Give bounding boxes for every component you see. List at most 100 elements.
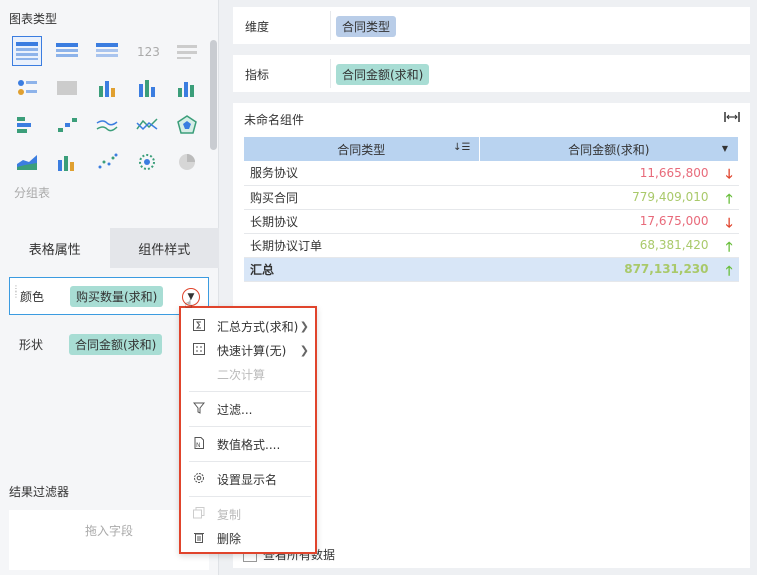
menu-separator — [189, 461, 311, 462]
calc-icon — [191, 342, 207, 358]
chart-type-kpi-icon[interactable] — [12, 73, 42, 103]
dimension-field-pill[interactable]: 合同类型 — [336, 16, 397, 37]
copy-icon — [191, 506, 207, 522]
total-value: 877,131,230 🡑 — [479, 257, 739, 282]
chart-type-step-icon[interactable] — [52, 110, 82, 140]
chart-type-scatter-icon[interactable] — [92, 147, 122, 177]
menu-item-filter[interactable]: 过滤... — [191, 398, 309, 420]
menu-separator — [189, 426, 311, 427]
metric-field-pill[interactable]: 合同金额(求和) — [336, 64, 430, 85]
row-value: 17,675,000 🡓 — [479, 209, 739, 234]
shape-field-pill[interactable]: 合同金额(求和) — [69, 333, 163, 355]
trend-down-icon: 🡓 — [725, 167, 733, 182]
menu-item-display-name[interactable]: 设置显示名 — [191, 468, 309, 490]
column-header-amount[interactable]: 合同金额(求和) ▼ — [479, 137, 739, 161]
chart-type-map-icon[interactable] — [52, 73, 82, 103]
data-table: 合同类型 ↓☰ 合同金额(求和) ▼ 服务协议 11,665,800 🡓 购买合… — [244, 137, 739, 282]
sort-icon[interactable]: ↓☰ — [453, 142, 470, 153]
tab-table-properties[interactable]: 表格属性 — [0, 228, 110, 268]
tab-component-style[interactable]: 组件样式 — [109, 228, 219, 268]
menu-item-label: 汇总方式(求和) — [217, 319, 299, 334]
menu-item-label: 复制 — [217, 507, 242, 522]
widget-title: 未命名组件 — [244, 113, 305, 127]
total-name: 汇总 — [244, 257, 479, 282]
chart-type-stacked-bar-icon[interactable] — [92, 73, 122, 103]
chart-type-combo-icon[interactable] — [52, 147, 82, 177]
chart-type-column-icon[interactable] — [172, 73, 202, 103]
gear-icon — [191, 472, 207, 487]
row-name: 服务协议 — [244, 161, 479, 186]
chart-type-line-point-icon[interactable] — [132, 110, 162, 140]
chart-type-number-icon[interactable]: 123 — [132, 36, 162, 66]
metric-label: 指标 — [245, 68, 270, 82]
row-name: 购买合同 — [244, 185, 479, 210]
chart-type-horizontal-bar-icon[interactable] — [12, 110, 42, 140]
menu-item-label: 删除 — [217, 531, 242, 546]
menu-item-secondary-calc: 二次计算 — [191, 363, 309, 385]
menu-item-label: 数值格式.... — [217, 437, 281, 452]
fit-width-icon[interactable] — [724, 111, 740, 126]
svg-text:123: 123 — [137, 45, 159, 59]
row-value-text: 779,409,010 — [632, 190, 709, 204]
table-row[interactable]: 服务协议 11,665,800 🡓 — [244, 161, 739, 186]
total-row[interactable]: 汇总 877,131,230 🡑 — [244, 257, 739, 282]
row-name: 长期协议 — [244, 209, 479, 234]
chart-type-radar-icon[interactable] — [172, 110, 202, 140]
submenu-arrow-icon: ❯ — [299, 343, 309, 357]
dimension-box[interactable]: 维度 合同类型 — [233, 7, 750, 44]
menu-item-copy: 复制 — [191, 503, 309, 525]
total-value-text: 877,131,230 — [624, 262, 709, 276]
result-filter-title: 结果过滤器 — [9, 485, 70, 499]
trend-up-icon: 🡑 — [725, 263, 733, 279]
dimension-divider — [330, 11, 331, 40]
column-header-label: 合同类型 — [337, 142, 386, 157]
row-value-text: 68,381,420 — [639, 238, 709, 252]
menu-separator — [189, 391, 311, 392]
chart-type-bubble-icon[interactable] — [132, 147, 162, 177]
submenu-arrow-icon: ❯ — [299, 319, 309, 333]
row-value-text: 11,665,800 — [639, 165, 709, 180]
menu-item-label: 过滤... — [217, 402, 253, 417]
row-value: 11,665,800 🡓 — [479, 161, 739, 186]
color-field-pill[interactable]: 购买数量(求和) — [70, 285, 164, 307]
chart-type-table-icon[interactable] — [12, 36, 42, 66]
row-value: 779,409,010 🡑 — [479, 185, 739, 210]
column-menu-icon[interactable]: ▼ — [722, 144, 728, 153]
table-row[interactable]: 购买合同 779,409,010 🡑 — [244, 185, 739, 210]
chart-type-crosstab-icon[interactable] — [52, 36, 82, 66]
menu-item-delete[interactable]: 删除 — [191, 527, 309, 549]
chart-type-text-icon[interactable] — [172, 36, 202, 66]
menu-item-label: 设置显示名 — [217, 472, 278, 487]
metric-box[interactable]: 指标 合同金额(求和) — [233, 55, 750, 92]
dimension-label: 维度 — [245, 20, 270, 34]
hand-cursor-icon: ☝ — [185, 297, 193, 311]
trash-icon — [191, 531, 207, 546]
svg-text:N: N — [196, 442, 201, 449]
sum-icon — [191, 318, 207, 334]
menu-item-number-format[interactable]: N 数值格式.... — [191, 433, 309, 455]
chart-type-bar-icon[interactable] — [132, 73, 162, 103]
chart-type-line-icon[interactable] — [92, 110, 122, 140]
row-name: 长期协议订单 — [244, 233, 479, 258]
field-context-menu: 汇总方式(求和) ❯ 快速计算(无) ❯ 二次计算 过滤... N 数值格式..… — [179, 306, 317, 554]
menu-item-aggregation[interactable]: 汇总方式(求和) ❯ — [191, 315, 309, 337]
number-format-icon: N — [191, 436, 207, 452]
table-row[interactable]: 长期协议订单 68,381,420 🡑 — [244, 233, 739, 258]
chart-type-detail-table-icon[interactable] — [92, 36, 122, 66]
drag-handle-icon[interactable]: ⋮ ⋮ — [12, 285, 20, 299]
shape-property-label: 形状 — [19, 337, 44, 352]
chart-type-area-icon[interactable] — [12, 147, 42, 177]
table-row[interactable]: 长期协议 17,675,000 🡓 — [244, 209, 739, 234]
menu-separator — [189, 496, 311, 497]
menu-item-quick-calc[interactable]: 快速计算(无) ❯ — [191, 339, 309, 361]
chart-grid-scrollbar[interactable] — [210, 40, 217, 150]
filter-icon — [191, 402, 207, 417]
row-value-text: 17,675,000 — [639, 214, 709, 228]
column-header-contract-type[interactable]: 合同类型 ↓☰ — [244, 137, 480, 161]
row-value: 68,381,420 🡑 — [479, 233, 739, 258]
metric-divider — [330, 59, 331, 88]
chart-type-pie-icon[interactable] — [172, 147, 202, 177]
chart-type-title: 图表类型 — [9, 12, 58, 26]
chart-group-label: 分组表 — [14, 186, 51, 200]
column-header-label: 合同金额(求和) — [568, 142, 650, 157]
